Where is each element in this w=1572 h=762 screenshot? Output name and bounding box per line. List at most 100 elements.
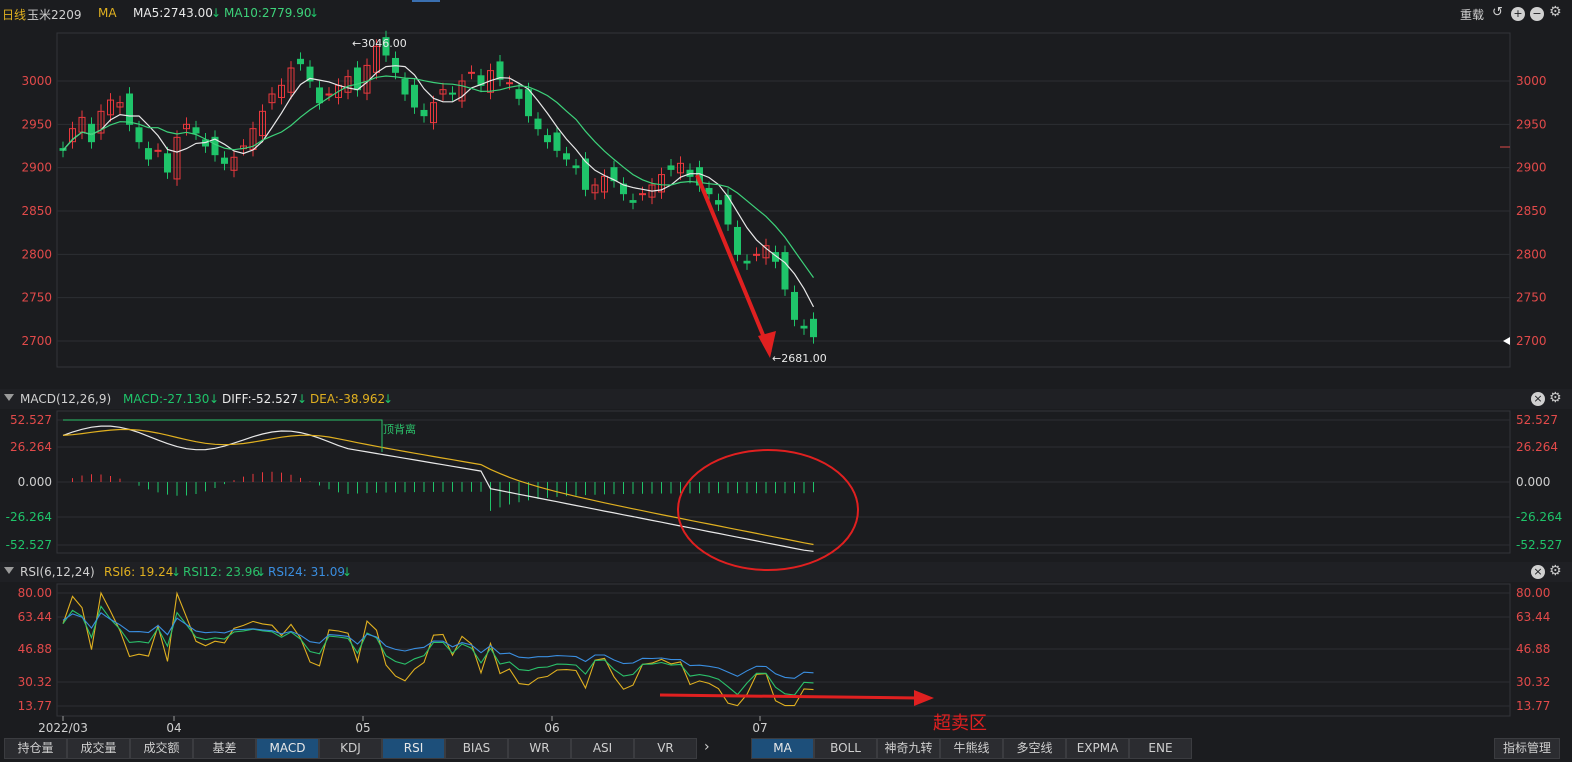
candle-body: [629, 200, 637, 203]
candle-body: [145, 148, 152, 160]
red-down-arrow: [695, 174, 772, 353]
price-tick-left: 2750: [21, 291, 52, 305]
current-price-marker-icon: [1503, 337, 1510, 345]
tab-bias[interactable]: BIAS: [445, 738, 508, 759]
tab-神奇九转[interactable]: 神奇九转: [877, 738, 940, 759]
price-tick-left: 2900: [21, 161, 52, 175]
rsi-tick-right: 63.44: [1516, 610, 1550, 624]
candle-body: [316, 87, 323, 104]
tab-成交额[interactable]: 成交额: [130, 738, 193, 759]
candle-body: [496, 61, 504, 80]
candle-body: [743, 260, 751, 264]
rsi-tick-right: 46.88: [1516, 642, 1550, 656]
tab-持仓量[interactable]: 持仓量: [4, 738, 67, 759]
candle-body: [221, 157, 228, 164]
kline-chart[interactable]: 3000 3000 2950 2950 2900 2900 2850 2850 2800 2800…: [0, 0, 1572, 737]
price-tick-left: 2950: [21, 117, 52, 131]
candle-body: [544, 135, 551, 143]
rsi-tick-right: 30.32: [1516, 675, 1550, 689]
tab-多空线[interactable]: 多空线: [1003, 738, 1066, 759]
rsi-tick-left: 30.32: [18, 675, 52, 689]
rsi-tick-left: 80.00: [18, 586, 52, 600]
price-tick-right: 2900: [1516, 161, 1547, 175]
high-price-label: ←3046.00: [352, 37, 407, 50]
candle-body: [192, 127, 200, 134]
oversold-annotation: 超卖区: [933, 713, 987, 734]
tab-expma[interactable]: EXPMA: [1066, 738, 1129, 759]
macd-tick-left: 26.264: [10, 440, 52, 454]
x-axis-label: 07: [752, 721, 767, 735]
tab-ene[interactable]: ENE: [1129, 738, 1192, 759]
candle-body: [553, 132, 561, 151]
candle-body: [401, 78, 409, 95]
candle-body: [715, 200, 722, 205]
tab-wr[interactable]: WR: [508, 738, 571, 759]
chevron-right-icon[interactable]: ›: [704, 739, 710, 755]
price-tick-left: 3000: [21, 74, 52, 88]
red-right-arrow: [659, 693, 919, 700]
candle-body: [297, 58, 304, 65]
candle-body: [563, 153, 570, 160]
rsi-tick-right: 80.00: [1516, 586, 1550, 600]
macd-tick-left: 0.000: [18, 475, 52, 489]
macd-tick-left: -52.527: [6, 538, 52, 552]
candle-body: [449, 92, 456, 95]
tab-boll[interactable]: BOLL: [814, 738, 877, 759]
tab-牛熊线[interactable]: 牛熊线: [940, 738, 1003, 759]
macd-tick-right: 52.527: [1516, 413, 1558, 427]
price-tick-right: 3000: [1516, 74, 1547, 88]
price-tick-right: 2750: [1516, 291, 1547, 305]
macd-tick-left: 52.527: [10, 413, 52, 427]
tab-基差[interactable]: 基差: [193, 738, 256, 759]
x-axis-label: 06: [544, 721, 559, 735]
low-price-label: ←2681.00: [772, 352, 827, 365]
rsi-tick-left: 63.44: [18, 610, 52, 624]
rsi-tick-left: 46.88: [18, 642, 52, 656]
rsi-tick-left: 13.77: [18, 699, 52, 713]
price-tick-left: 2800: [21, 247, 52, 261]
tab-asi[interactable]: ASI: [571, 738, 634, 759]
candle-body: [791, 291, 798, 320]
candle-body: [154, 149, 162, 152]
tab-成交量[interactable]: 成交量: [67, 738, 130, 759]
macd-tick-right: -52.527: [1516, 538, 1562, 552]
candle-body: [135, 127, 143, 143]
candle-body: [800, 325, 808, 329]
candle-body: [506, 82, 513, 85]
diff-line: [62, 425, 814, 552]
macd-tick-right: 26.264: [1516, 440, 1558, 454]
tab-ma[interactable]: MA: [751, 738, 814, 759]
candle-body: [164, 153, 171, 173]
candle-body: [126, 93, 133, 125]
tab-rsi[interactable]: RSI: [382, 738, 445, 759]
macd-tick-right: -26.264: [1516, 510, 1562, 524]
x-axis-label: 04: [166, 721, 181, 735]
tab-vr[interactable]: VR: [634, 738, 697, 759]
candle-body: [734, 226, 741, 255]
red-circle-annotation: [677, 449, 859, 571]
indicator-tab-bar: 持仓量 成交量 成交额 基差 MACD KDJ RSI BIAS WR ASI VR › MA BOL…: [0, 737, 1572, 762]
price-tick-left: 2850: [21, 204, 52, 218]
x-axis-label: 05: [355, 721, 370, 735]
candle-body: [525, 89, 532, 117]
candle-body: [468, 71, 475, 74]
price-tick-right: 2800: [1516, 247, 1547, 261]
divergence-label: 顶背离: [383, 422, 416, 436]
rsi24-line: [62, 612, 814, 679]
tab-kdj[interactable]: KDJ: [319, 738, 382, 759]
candle-body: [325, 93, 333, 96]
macd-tick-right: 0.000: [1516, 475, 1550, 489]
price-tick-right: 2700: [1516, 334, 1547, 348]
candle-body: [534, 118, 542, 130]
candle-body: [781, 252, 789, 290]
candle-body: [705, 187, 713, 195]
price-tick-right: 2850: [1516, 204, 1547, 218]
candle-body: [639, 193, 646, 196]
candle-body: [515, 89, 523, 99]
candle-body: [420, 109, 428, 117]
candle-body: [354, 67, 361, 91]
candle-body: [411, 84, 418, 108]
rsi-tick-right: 13.77: [1516, 699, 1550, 713]
indicator-manage-button[interactable]: 指标管理: [1494, 738, 1561, 759]
tab-macd[interactable]: MACD: [256, 738, 319, 759]
